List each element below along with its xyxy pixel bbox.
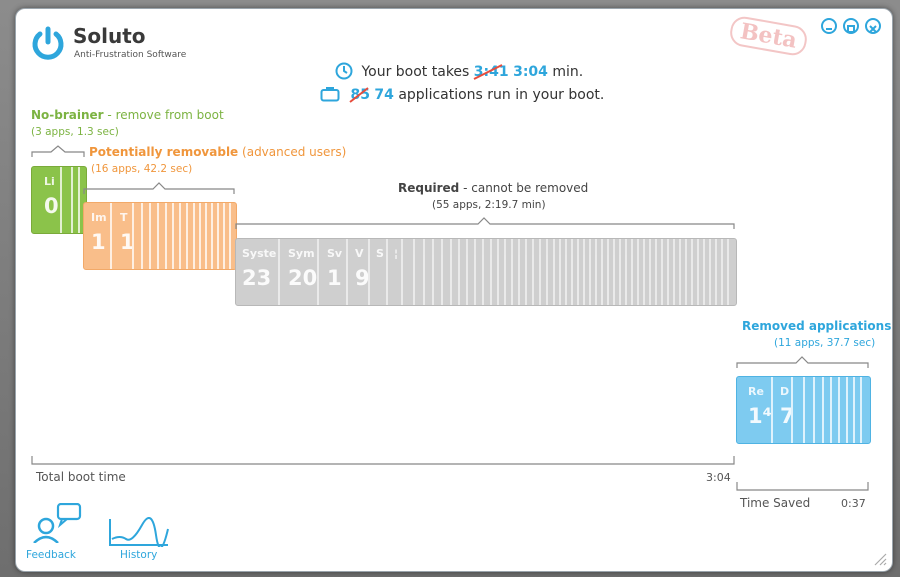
total-boot-value: 3:04 xyxy=(706,471,731,484)
soluto-window: Soluto Anti-Frustration Software Beta Yo… xyxy=(15,8,893,572)
tile-name: Syste xyxy=(242,247,277,260)
minimize-button[interactable] xyxy=(821,18,837,34)
apps-suffix: applications run in your boot. xyxy=(398,87,605,103)
nobrainer-bracket xyxy=(31,145,85,157)
total-boot-label: Total boot time xyxy=(36,470,126,484)
app-tagline: Anti-Frustration Software xyxy=(74,50,187,60)
resize-grip-icon[interactable] xyxy=(871,550,887,566)
nobrainer-bar[interactable]: Li 0 xyxy=(31,166,87,234)
time-saved-label: Time Saved xyxy=(740,496,811,510)
removed-stats: (11 apps, 37.7 sec) xyxy=(774,337,876,349)
minimize-icon xyxy=(826,28,832,30)
removed-bar[interactable]: Re 1⁴ D 7 xyxy=(736,376,871,444)
history-button[interactable]: History xyxy=(108,517,170,561)
history-chart-icon xyxy=(109,517,169,547)
app-name: Soluto xyxy=(73,24,146,48)
tile-value: 0 xyxy=(44,194,59,218)
tile-name: Sv xyxy=(327,247,343,260)
potential-bar[interactable]: Im 1 T 1 xyxy=(83,202,237,270)
maximize-icon xyxy=(847,25,855,33)
tile-value: 1 xyxy=(91,230,106,254)
apps-summary: 85 74 applications run in your boot. xyxy=(320,86,604,103)
time-saved-value: 0:37 xyxy=(841,497,866,510)
tile-name: Sym xyxy=(288,247,315,260)
beta-stamp: Beta xyxy=(727,14,810,58)
time-saved-bracket xyxy=(736,482,869,491)
tile-value: 1⁴ xyxy=(748,404,771,428)
required-bar[interactable]: Syste 23 Sym 20 Sv 1 V 9 S ¦ xyxy=(235,238,737,306)
boot-new-time: 3:04 xyxy=(513,64,548,80)
history-label: History xyxy=(120,549,158,561)
nobrainer-label: No-brainer - remove from boot xyxy=(31,108,224,122)
tile-value: 23 xyxy=(242,266,272,290)
tile-name: V xyxy=(355,247,364,260)
tile-name: T xyxy=(120,211,128,224)
tile-value: 7 xyxy=(780,404,791,428)
total-boot-bracket xyxy=(31,456,735,465)
apps-new-count: 74 xyxy=(374,87,394,103)
apps-old-count: 85 xyxy=(349,87,370,103)
tile-name: S xyxy=(376,247,384,260)
power-logo-icon xyxy=(32,26,64,60)
tile-value: 9 xyxy=(355,266,368,290)
removed-label: Removed applications xyxy=(742,319,892,333)
tile-value: 20 xyxy=(288,266,317,290)
potential-label: Potentially removable (advanced users) xyxy=(89,145,347,159)
close-button[interactable] xyxy=(865,18,881,34)
tile-name: Re xyxy=(748,385,764,398)
maximize-button[interactable] xyxy=(843,18,859,34)
boot-old-time: 3:41 xyxy=(473,64,509,80)
potential-bracket xyxy=(83,182,235,194)
strike-icon xyxy=(349,87,370,103)
boot-suffix: min. xyxy=(552,64,584,80)
tile-name: Im xyxy=(91,211,107,224)
removed-bracket xyxy=(736,356,869,368)
tile-name: D xyxy=(780,385,790,398)
feedback-icon xyxy=(33,503,82,543)
tile-name: Li xyxy=(44,175,55,188)
required-bracket xyxy=(235,217,735,229)
clock-icon xyxy=(335,62,353,80)
close-icon xyxy=(869,25,877,33)
required-label: Required - cannot be removed xyxy=(398,181,589,195)
briefcase-icon xyxy=(320,87,340,102)
tile-value: 1 xyxy=(120,230,132,254)
feedback-label: Feedback xyxy=(26,549,77,561)
boot-time-summary: Your boot takes 3:41 3:04 min. xyxy=(335,62,583,80)
feedback-button[interactable]: Feedback xyxy=(24,503,82,561)
potential-stats: (16 apps, 42.2 sec) xyxy=(91,163,193,175)
tile-name: ¦ xyxy=(394,247,399,260)
boot-prefix: Your boot takes xyxy=(361,64,470,80)
tile-value: 1 xyxy=(327,266,342,290)
required-stats: (55 apps, 2:19.7 min) xyxy=(432,199,546,211)
strike-icon xyxy=(473,64,503,80)
nobrainer-stats: (3 apps, 1.3 sec) xyxy=(31,126,119,138)
